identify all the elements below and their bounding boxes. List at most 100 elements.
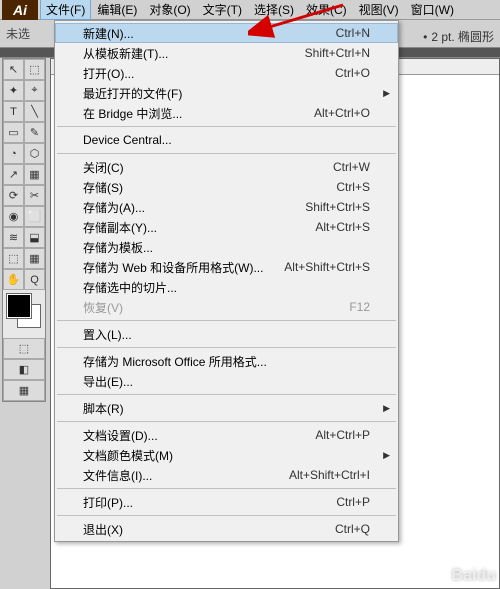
menu-item[interactable]: 文档颜色模式(M)▶ xyxy=(55,445,398,465)
menu-item-label: 退出(X) xyxy=(83,521,123,538)
menu-item-shortcut: Alt+Ctrl+P xyxy=(315,428,370,442)
menu-separator xyxy=(57,320,396,321)
menu-item[interactable]: 打开(O)... Ctrl+O xyxy=(55,63,398,83)
menubar-item[interactable]: 文件(F) xyxy=(40,0,91,20)
chevron-right-icon: ▶ xyxy=(383,403,390,414)
menu-item-label: 存储(S) xyxy=(83,179,123,196)
menu-item[interactable]: 在 Bridge 中浏览... Alt+Ctrl+O xyxy=(55,103,398,123)
menu-item[interactable]: 存储为模板... xyxy=(55,237,398,257)
menu-item-label: Device Central... xyxy=(83,133,172,147)
menu-item[interactable]: 存储选中的切片... xyxy=(55,277,398,297)
menubar-item[interactable]: 文字(T) xyxy=(197,0,248,20)
menu-item-label: 导出(E)... xyxy=(83,373,133,390)
menu-item[interactable]: 存储为 Microsoft Office 所用格式... xyxy=(55,351,398,371)
menu-item-label: 在 Bridge 中浏览... xyxy=(83,105,182,122)
menu-item-shortcut: Alt+Ctrl+O xyxy=(314,106,370,120)
tool-button[interactable]: ▦ xyxy=(24,248,45,269)
swatch-foreground[interactable] xyxy=(7,294,31,318)
menu-item-label: 恢复(V) xyxy=(83,299,123,316)
menubar-item[interactable]: 对象(O) xyxy=(143,0,196,20)
tool-button[interactable]: ◔ xyxy=(3,143,24,164)
tool-button[interactable]: ▦ xyxy=(24,164,45,185)
menu-item-shortcut: Alt+Shift+Ctrl+I xyxy=(289,468,370,482)
tool-button[interactable]: ◉ xyxy=(3,206,24,227)
menu-item-shortcut: Ctrl+O xyxy=(335,66,370,80)
tool-button[interactable]: ↖ xyxy=(3,59,24,80)
menu-item-label: 存储选中的切片... xyxy=(83,279,177,296)
menu-item[interactable]: 从模板新建(T)...Shift+Ctrl+N xyxy=(55,43,398,63)
tool-button[interactable]: ⬜ xyxy=(24,206,45,227)
menu-item[interactable]: 置入(L)... xyxy=(55,324,398,344)
menu-item-label: 文档设置(D)... xyxy=(83,427,158,444)
menu-item-shortcut: F12 xyxy=(349,300,370,314)
menu-item[interactable]: 存储副本(Y)...Alt+Ctrl+S xyxy=(55,217,398,237)
stroke-option[interactable]: • 2 pt. 椭圆形 xyxy=(423,28,494,45)
menubar-item[interactable]: 窗口(W) xyxy=(405,0,460,20)
menu-separator xyxy=(57,421,396,422)
tool-button[interactable]: ╲ xyxy=(24,101,45,122)
menubar-item[interactable]: 视图(V) xyxy=(353,0,405,20)
menu-item-label: 关闭(C) xyxy=(83,159,124,176)
menu-item-label: 最近打开的文件(F) xyxy=(83,85,182,102)
menu-item[interactable]: 文档设置(D)... Alt+Ctrl+P xyxy=(55,425,398,445)
dot-icon: • xyxy=(423,30,427,44)
app-logo: Ai xyxy=(2,0,38,20)
menubar-item[interactable]: 选择(S) xyxy=(248,0,300,20)
menu-item[interactable]: 关闭(C)Ctrl+W xyxy=(55,157,398,177)
menu-item-shortcut: Shift+Ctrl+N xyxy=(305,46,370,60)
menu-item[interactable]: 最近打开的文件(F) ▶ xyxy=(55,83,398,103)
chevron-right-icon: ▶ xyxy=(383,88,390,99)
menubar: 文件(F)编辑(E)对象(O)文字(T)选择(S)效果(C)视图(V)窗口(W) xyxy=(0,0,500,20)
menu-item-shortcut: Alt+Ctrl+S xyxy=(315,220,370,234)
menu-separator xyxy=(57,126,396,127)
menu-separator xyxy=(57,515,396,516)
tool-button[interactable]: Q xyxy=(24,269,45,290)
stroke-option-label: 2 pt. 椭圆形 xyxy=(431,28,494,45)
tool-mode-button[interactable]: ▦ xyxy=(3,380,45,401)
menu-item-label: 存储为 Microsoft Office 所用格式... xyxy=(83,353,267,370)
menu-item[interactable]: 文件信息(I)...Alt+Shift+Ctrl+I xyxy=(55,465,398,485)
tool-button[interactable]: ✦ xyxy=(3,80,24,101)
tool-button[interactable]: ✎ xyxy=(24,122,45,143)
menu-item[interactable]: 脚本(R) ▶ xyxy=(55,398,398,418)
menu-item[interactable]: 存储为(A)...Shift+Ctrl+S xyxy=(55,197,398,217)
menu-item-label: 脚本(R) xyxy=(83,400,124,417)
tool-button[interactable]: ✋ xyxy=(3,269,24,290)
menu-item-label: 存储为(A)... xyxy=(83,199,145,216)
tool-button[interactable]: ⌖ xyxy=(24,80,45,101)
menu-item-label: 打开(O)... xyxy=(83,65,134,82)
menu-separator xyxy=(57,488,396,489)
tool-button[interactable]: ≋ xyxy=(3,227,24,248)
tool-button[interactable]: T xyxy=(3,101,24,122)
menu-item-shortcut: Ctrl+S xyxy=(336,180,370,194)
tool-button[interactable]: ↗ xyxy=(3,164,24,185)
menu-item-label: 置入(L)... xyxy=(83,326,132,343)
tool-button[interactable]: ⬡ xyxy=(24,143,45,164)
tool-button[interactable]: ⟳ xyxy=(3,185,24,206)
menu-item[interactable]: 退出(X)Ctrl+Q xyxy=(55,519,398,539)
color-swatch[interactable] xyxy=(3,290,45,338)
selection-status: 未选 xyxy=(6,25,30,42)
menu-item[interactable]: 打印(P)... Ctrl+P xyxy=(55,492,398,512)
tool-button[interactable]: ✂ xyxy=(24,185,45,206)
menu-item-shortcut: Ctrl+N xyxy=(336,26,370,40)
menu-item[interactable]: 存储(S) Ctrl+S xyxy=(55,177,398,197)
tool-button[interactable]: ▭ xyxy=(3,122,24,143)
menu-item-shortcut: Ctrl+P xyxy=(336,495,370,509)
tool-button[interactable]: ⬚ xyxy=(24,59,45,80)
menu-item[interactable]: 导出(E)... xyxy=(55,371,398,391)
file-menu-dropdown: 新建(N)...Ctrl+N从模板新建(T)...Shift+Ctrl+N打开(… xyxy=(54,20,399,542)
tool-button[interactable]: ⬓ xyxy=(24,227,45,248)
watermark: Baidu xyxy=(452,567,496,585)
menu-item[interactable]: 存储为 Web 和设备所用格式(W)...Alt+Shift+Ctrl+S xyxy=(55,257,398,277)
menu-item[interactable]: Device Central... xyxy=(55,130,398,150)
menu-item: 恢复(V) F12 xyxy=(55,297,398,317)
tool-mode-button[interactable]: ◧ xyxy=(3,359,45,380)
menubar-item[interactable]: 编辑(E) xyxy=(91,0,143,20)
tool-mode-button[interactable]: ⬚ xyxy=(3,338,45,359)
menubar-item[interactable]: 效果(C) xyxy=(300,0,353,20)
tools-panel: ↖⬚✦⌖T╲▭✎◔⬡↗▦⟳✂◉⬜≋⬓⬚▦✋Q⬚◧▦ xyxy=(2,58,46,402)
menu-item-label: 打印(P)... xyxy=(83,494,133,511)
menu-item[interactable]: 新建(N)...Ctrl+N xyxy=(55,23,398,43)
tool-button[interactable]: ⬚ xyxy=(3,248,24,269)
